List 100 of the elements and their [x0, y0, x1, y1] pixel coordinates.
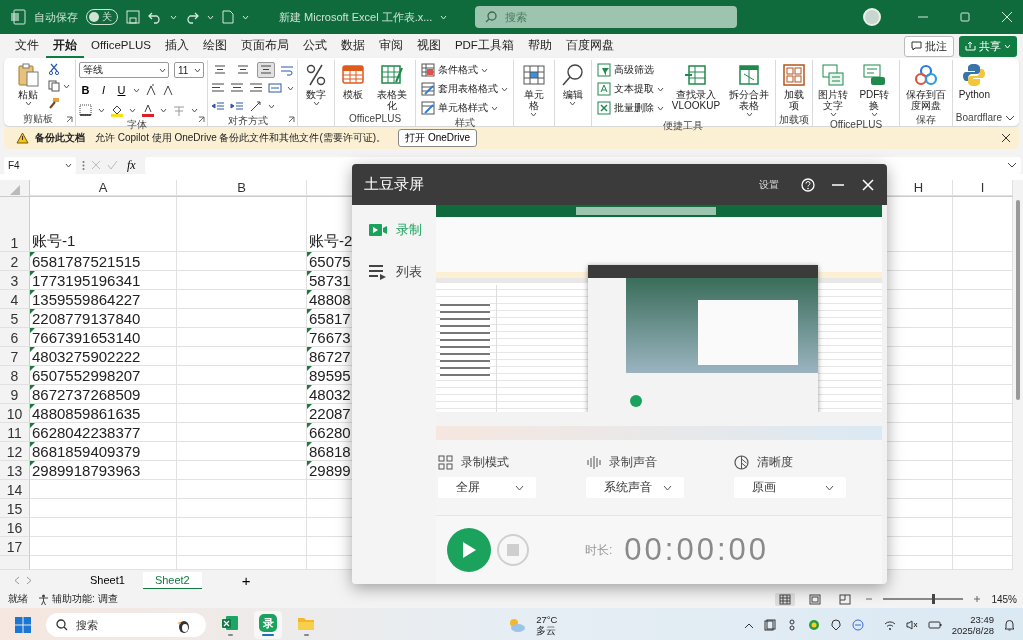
row-header[interactable]: 13 [0, 461, 30, 480]
clock[interactable]: 23:49 2025/8/28 [951, 614, 994, 636]
cloud-logo-icon[interactable] [913, 62, 938, 88]
italic-button[interactable]: I [97, 84, 110, 96]
conditional-format-icon[interactable] [421, 63, 436, 77]
menu-tab[interactable]: 绘图 [195, 34, 234, 58]
merge-icon[interactable] [268, 82, 282, 94]
start-icon[interactable] [14, 616, 32, 634]
copy-icon[interactable] [48, 80, 60, 92]
search-field[interactable]: 搜索 [475, 6, 738, 28]
ribbon-button[interactable]: 保存到百度网盘 [902, 60, 949, 113]
caret-icon[interactable] [98, 107, 105, 113]
row-header[interactable]: 12 [0, 442, 30, 461]
zoom-level[interactable]: 145% [991, 593, 1017, 605]
caret-icon[interactable] [268, 103, 275, 109]
ribbon-button[interactable]: Python [955, 60, 993, 102]
ribbon-button[interactable]: 批量删除 [594, 100, 666, 116]
row-header[interactable]: 9 [0, 385, 30, 404]
wifi-icon[interactable] [883, 620, 896, 630]
ribbon-button[interactable]: 套用表格格式 [419, 81, 511, 97]
caret-icon[interactable] [191, 107, 198, 113]
more-icon[interactable] [82, 159, 85, 171]
menu-tab[interactable]: PDF工具箱 [447, 34, 521, 58]
paintbrush-icon[interactable] [48, 97, 60, 109]
column-header[interactable]: B [177, 180, 307, 196]
ribbon-button[interactable]: 数字 [301, 60, 331, 108]
menu-tab[interactable]: 文件 [8, 34, 46, 58]
tool-button[interactable] [46, 79, 72, 93]
document-title[interactable]: 新建 Microsoft Excel 工作表.x... [279, 9, 433, 25]
row-header[interactable]: 7 [0, 347, 30, 366]
font-color-icon[interactable] [141, 103, 155, 117]
borders-icon[interactable] [79, 104, 93, 116]
caret-icon[interactable] [133, 87, 140, 93]
row-header[interactable]: 4 [0, 290, 30, 309]
volume-muted-icon[interactable] [905, 620, 918, 630]
row-header[interactable]: 11 [0, 423, 30, 442]
spreadsheet-app-icon[interactable] [221, 614, 239, 632]
row-header[interactable]: 10 [0, 404, 30, 423]
record-button[interactable] [447, 528, 491, 572]
accessibility-icon[interactable] [38, 593, 49, 605]
caret-icon[interactable] [160, 107, 167, 113]
notifications-icon[interactable] [1004, 619, 1015, 631]
spreadsheet-icon[interactable] [684, 62, 708, 88]
name-box[interactable]: F4 [4, 156, 76, 174]
close-icon[interactable] [1001, 133, 1011, 143]
orientation-icon[interactable] [249, 100, 263, 112]
menu-tab[interactable]: 插入 [157, 34, 196, 58]
ribbon-button[interactable]: 查找录入 VLOOKUP [668, 60, 724, 113]
document-icon[interactable] [222, 10, 234, 24]
ribbon-button[interactable]: 图片转文字 [816, 60, 850, 119]
accessibility-status[interactable]: 辅助功能: 调查 [52, 592, 118, 606]
column-header[interactable]: A [30, 180, 177, 196]
row-header[interactable]: 3 [0, 271, 30, 290]
undo-icon[interactable] [148, 10, 162, 24]
zoom-slider-thumb[interactable] [932, 594, 935, 604]
row-header[interactable]: 15 [0, 499, 30, 518]
align-right-icon[interactable] [249, 82, 263, 94]
dialog-launcher-icon[interactable] [198, 116, 205, 123]
ribbon-button[interactable]: 文本提取 [594, 81, 666, 97]
menu-tab[interactable]: 帮助 [520, 34, 559, 58]
row-header[interactable]: 1 [0, 197, 30, 252]
search-icon[interactable] [560, 62, 585, 88]
redo-icon[interactable] [185, 10, 199, 24]
table-format-icon[interactable] [421, 82, 436, 96]
row-header[interactable]: 8 [0, 366, 30, 385]
ribbon-button[interactable]: 加载项 [779, 60, 810, 113]
logo-icon[interactable] [962, 62, 987, 88]
insert-function-button[interactable]: fx [124, 157, 139, 173]
row-header[interactable]: 17 [0, 537, 30, 556]
ribbon-button[interactable]: 表格美化 [371, 60, 413, 113]
menu-tab[interactable]: 数据 [333, 34, 372, 58]
settings-link[interactable]: 设置 [759, 177, 779, 192]
clipboard-icon[interactable] [16, 62, 40, 88]
tray-app-icon[interactable] [829, 619, 842, 631]
caret-icon[interactable] [129, 107, 136, 113]
expand-icon[interactable] [1007, 161, 1017, 169]
outdent-icon[interactable] [211, 100, 225, 112]
zoom-in-icon[interactable] [973, 595, 982, 603]
sheet-tab[interactable]: Sheet1 [78, 572, 137, 588]
fill-color-icon[interactable] [110, 103, 124, 117]
battery-icon[interactable] [927, 620, 942, 630]
view-button[interactable] [775, 592, 796, 606]
underline-button[interactable]: U [115, 84, 128, 96]
collapse-ribbon-icon[interactable] [1005, 115, 1015, 122]
ribbon-button[interactable]: 单元格 [517, 60, 551, 119]
open-onedrive-button[interactable]: 打开 OneDrive [398, 129, 478, 147]
row-header[interactable]: 5 [0, 309, 30, 328]
help-icon[interactable] [801, 177, 815, 192]
dialog-launcher-icon[interactable] [288, 116, 295, 123]
ribbon-button[interactable]: 条件格式 [419, 62, 511, 78]
ribbon-button[interactable]: 高级筛选 [594, 62, 666, 78]
sheet-tab[interactable]: Sheet2 [142, 571, 202, 589]
dropdown[interactable]: 全屏 [438, 477, 536, 498]
font-name-field[interactable]: 等线 [79, 62, 169, 78]
menu-tab[interactable]: 百度网盘 [558, 34, 621, 58]
align-center-icon[interactable] [230, 82, 244, 94]
menu-tab[interactable]: 审阅 [371, 34, 410, 58]
caret-icon[interactable] [287, 85, 294, 91]
menu-tab[interactable]: OfficePLUS [84, 36, 158, 56]
row-header[interactable]: 2 [0, 252, 30, 271]
